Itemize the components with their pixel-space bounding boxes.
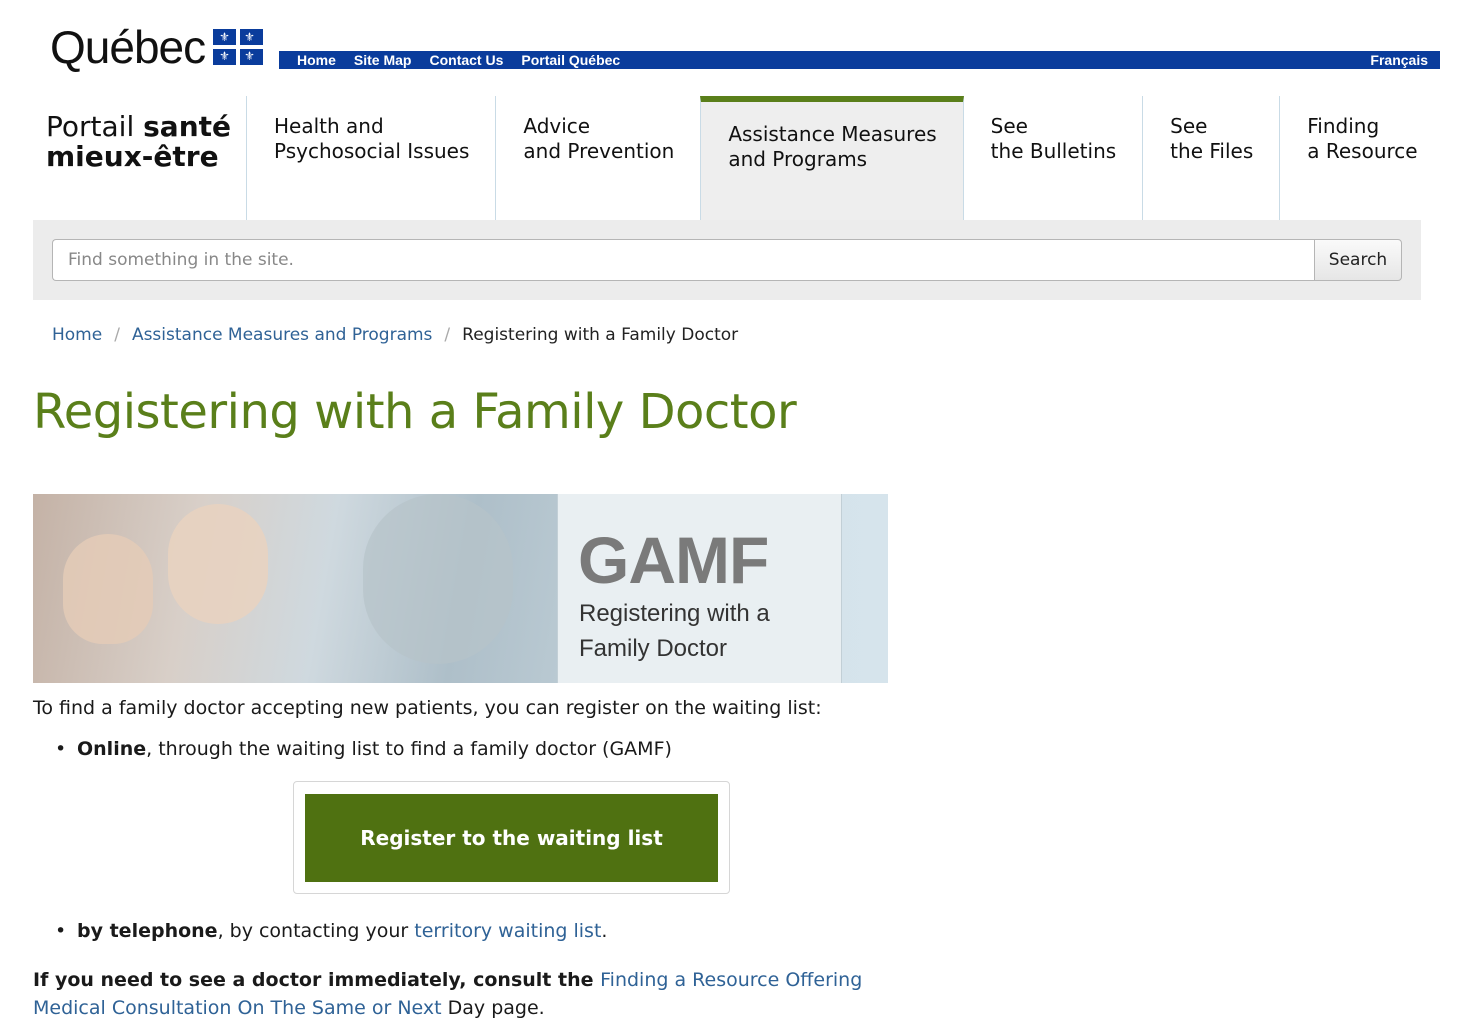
gamf-banner-image: GAMF Registering with a Family Doctor xyxy=(33,494,888,683)
search-input[interactable] xyxy=(52,239,1315,281)
banner-photo xyxy=(33,494,557,683)
nav-files[interactable]: See the Files xyxy=(1142,96,1279,220)
breadcrumb-home-link[interactable]: Home xyxy=(52,325,102,345)
topnav-sitemap-link[interactable]: Site Map xyxy=(354,52,412,68)
quebec-flag-icon: ⚜ ⚜ ⚜ ⚜ xyxy=(213,29,264,65)
list-item-online: Online, through the waiting list to find… xyxy=(55,738,672,760)
nav-bulletins[interactable]: See the Bulletins xyxy=(964,96,1143,220)
intro-text: To find a family doctor accepting new pa… xyxy=(33,697,822,719)
nav-assistance-programs[interactable]: Assistance Measures and Programs xyxy=(700,96,964,220)
breadcrumb-separator: / xyxy=(444,325,451,345)
register-waiting-list-button[interactable]: Register to the waiting list xyxy=(305,794,718,882)
main-navigation: Health and Psychosocial Issues Advice an… xyxy=(246,96,1444,220)
quebec-logo[interactable]: Québec ⚜ ⚜ ⚜ ⚜ xyxy=(50,21,264,73)
portal-name-line1: Portail santé xyxy=(46,110,232,143)
breadcrumb-current: Registering with a Family Doctor xyxy=(462,325,739,345)
list-item-telephone: by telephone, by contacting your territo… xyxy=(55,920,607,942)
nav-finding-resource[interactable]: Finding a Resource xyxy=(1279,96,1443,220)
portal-logo[interactable]: Portail santé mieux-être xyxy=(46,113,231,171)
logo-text: Québec xyxy=(50,21,206,73)
nav-advice-prevention[interactable]: Advice and Prevention xyxy=(495,96,700,220)
breadcrumb: Home / Assistance Measures and Programs … xyxy=(52,325,738,345)
page-title: Registering with a Family Doctor xyxy=(33,384,797,440)
portal-name-line2: mieux-être xyxy=(46,140,219,173)
topnav-portail-link[interactable]: Portail Québec xyxy=(521,52,620,68)
banner-heading: GAMF xyxy=(578,523,769,597)
nav-health-psychosocial[interactable]: Health and Psychosocial Issues xyxy=(246,96,495,220)
topnav-contact-link[interactable]: Contact Us xyxy=(429,52,503,68)
immediate-care-note: If you need to see a doctor immediately,… xyxy=(33,969,863,1019)
search-bar: Search xyxy=(33,220,1421,300)
topnav-home-link[interactable]: Home xyxy=(297,52,336,68)
banner-subtitle: Registering with a Family Doctor xyxy=(579,600,770,662)
language-toggle-link[interactable]: Français xyxy=(1370,52,1428,68)
territory-waiting-list-link[interactable]: territory waiting list xyxy=(414,920,601,942)
register-button-frame: Register to the waiting list xyxy=(293,781,730,894)
search-button[interactable]: Search xyxy=(1314,239,1402,281)
top-navigation-bar: Home Site Map Contact Us Portail Québec … xyxy=(279,51,1440,69)
breadcrumb-section-link[interactable]: Assistance Measures and Programs xyxy=(132,325,432,345)
breadcrumb-separator: / xyxy=(114,325,120,345)
